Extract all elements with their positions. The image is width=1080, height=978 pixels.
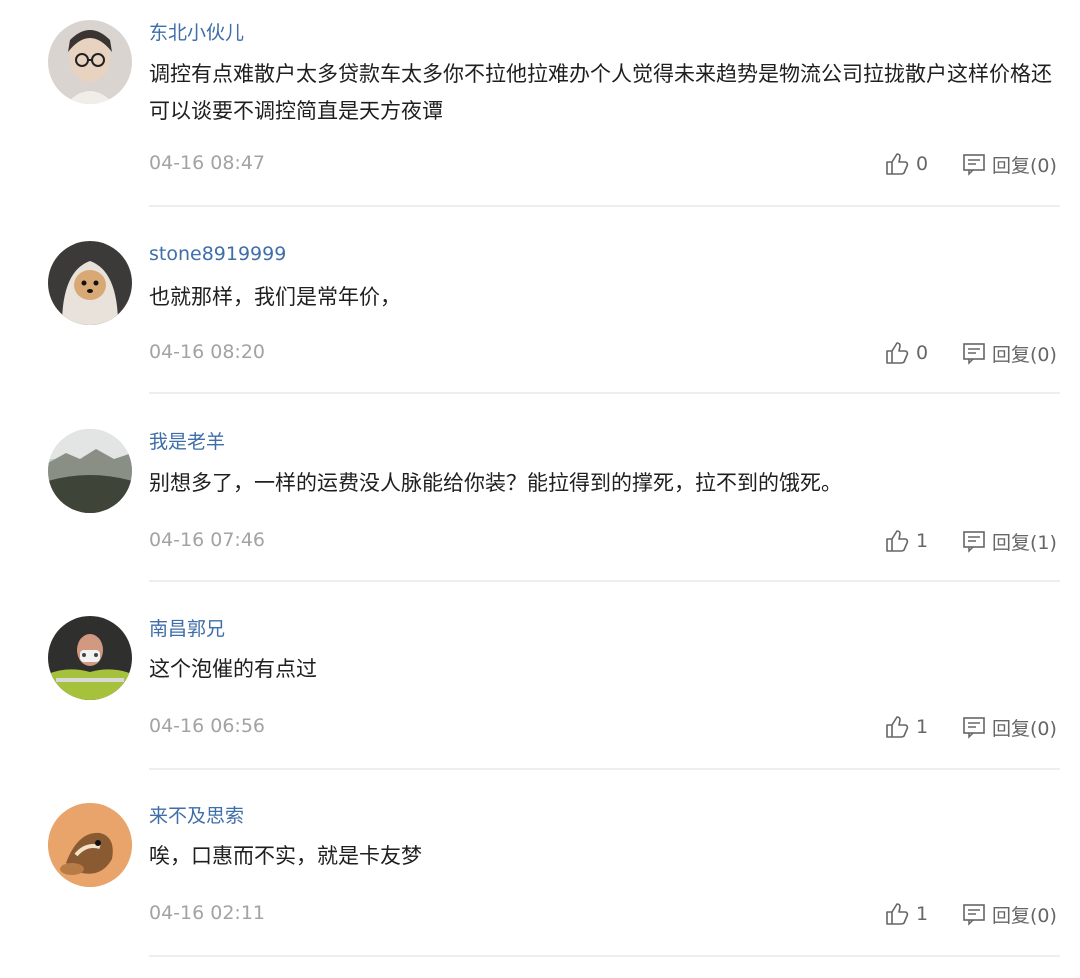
comment-icon <box>963 531 985 553</box>
like-button[interactable]: 1 <box>884 900 928 928</box>
comment-item: 南昌郭兄 这个泡催的有点过 04-16 06:56 1 回复(0) <box>0 563 1080 770</box>
timestamp: 04-16 02:11 <box>149 902 266 924</box>
landscape-avatar-icon <box>48 429 132 513</box>
username[interactable]: 南昌郭兄 <box>149 617 225 641</box>
comment-icon <box>963 904 985 926</box>
reply-label: 回复(0) <box>992 343 1057 366</box>
comment-text: 唉，口惠而不实，就是卡友梦 <box>149 844 422 868</box>
like-count: 1 <box>916 903 929 925</box>
comment-text: 别想多了，一样的运费没人脉能给你装？能拉得到的撑死，拉不到的饿死。 <box>149 471 842 495</box>
reply-button[interactable]: 回复(1) <box>962 527 1057 555</box>
like-button[interactable]: 0 <box>884 339 928 367</box>
username[interactable]: 来不及思索 <box>149 804 244 828</box>
comment-item: 来不及思索 唉，口惠而不实，就是卡友梦 04-16 02:11 1 回复(0) <box>0 750 1080 957</box>
like-count: 0 <box>916 342 929 364</box>
avatar[interactable] <box>48 616 132 700</box>
like-count: 0 <box>916 153 929 175</box>
thumbs-up-icon <box>886 530 909 552</box>
reply-button[interactable]: 回复(0) <box>962 900 1057 928</box>
like-button[interactable]: 1 <box>884 713 928 741</box>
comment-text: 也就那样，我们是常年价， <box>149 285 401 309</box>
avatar[interactable] <box>48 241 132 325</box>
thumbs-up-icon <box>886 153 909 175</box>
thumbs-up-icon <box>886 716 909 738</box>
comment-text: 这个泡催的有点过 <box>149 657 317 681</box>
timestamp: 04-16 08:20 <box>149 341 266 363</box>
comment-text: 调控有点难散户太多贷款车太多你不拉他拉难办个人觉得未来趋势是物流公司拉拢散户这样… <box>149 62 1052 123</box>
thumbs-up-icon <box>886 903 909 925</box>
thumbs-up-icon <box>886 342 909 364</box>
reply-label: 回复(0) <box>992 717 1057 740</box>
comment-icon <box>963 154 985 176</box>
comment-list: 东北小伙儿 调控有点难散户太多贷款车太多你不拉他拉难办个人觉得未来趋势是物流公司… <box>0 0 1080 978</box>
comment-icon <box>963 343 985 365</box>
like-count: 1 <box>916 530 929 552</box>
reply-label: 回复(0) <box>992 154 1057 177</box>
chipmunk-avatar-icon <box>48 803 132 887</box>
like-button[interactable]: 1 <box>884 527 928 555</box>
username[interactable]: stone8919999 <box>149 242 286 266</box>
dog-avatar-icon <box>48 241 132 325</box>
reply-button[interactable]: 回复(0) <box>962 339 1057 367</box>
timestamp: 04-16 08:47 <box>149 152 266 174</box>
masked-worker-avatar-icon <box>48 616 132 700</box>
timestamp: 04-16 07:46 <box>149 529 266 551</box>
avatar[interactable] <box>48 429 132 513</box>
avatar[interactable] <box>48 20 132 104</box>
avatar[interactable] <box>48 803 132 887</box>
comment-item: 我是老羊 别想多了，一样的运费没人脉能给你装？能拉得到的撑死，拉不到的饿死。 0… <box>0 375 1080 582</box>
reply-label: 回复(1) <box>992 531 1057 554</box>
reply-button[interactable]: 回复(0) <box>962 150 1057 178</box>
username[interactable]: 东北小伙儿 <box>149 21 244 45</box>
comment-item: stone8919999 也就那样，我们是常年价， 04-16 08:20 0 … <box>0 187 1080 394</box>
comment-item: 东北小伙儿 调控有点难散户太多贷款车太多你不拉他拉难办个人觉得未来趋势是物流公司… <box>0 0 1080 207</box>
comment-icon <box>963 717 985 739</box>
young-man-avatar-icon <box>48 20 132 104</box>
reply-label: 回复(0) <box>992 904 1057 927</box>
like-count: 1 <box>916 716 929 738</box>
reply-button[interactable]: 回复(0) <box>962 713 1057 741</box>
like-button[interactable]: 0 <box>884 150 928 178</box>
username[interactable]: 我是老羊 <box>149 430 225 454</box>
divider <box>149 955 1060 957</box>
timestamp: 04-16 06:56 <box>149 715 266 737</box>
